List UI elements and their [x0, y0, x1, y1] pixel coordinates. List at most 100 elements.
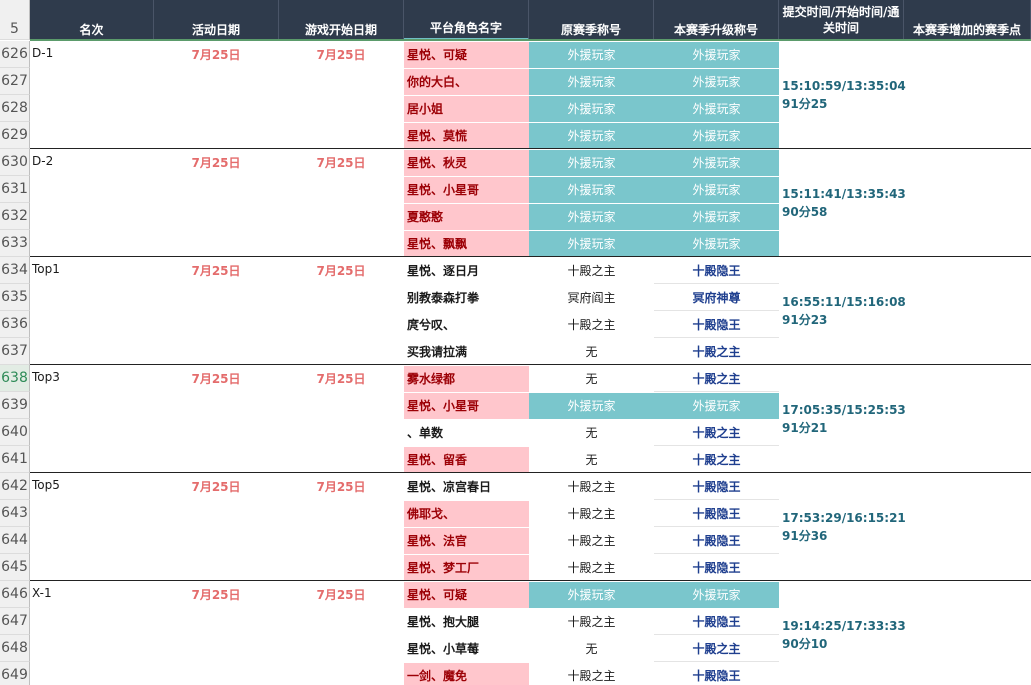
game-start-date-cell[interactable]: 7月25日: [279, 586, 403, 603]
upgraded-title-cell[interactable]: 十殿隐王: [654, 501, 779, 527]
role-name-cell[interactable]: 佛耶戈、: [404, 500, 529, 527]
original-title-cell[interactable]: 十殿之主: [529, 663, 654, 685]
role-name-cell[interactable]: 夏憨憨: [404, 203, 529, 230]
row-number[interactable]: 636: [0, 311, 30, 338]
game-start-date-cell[interactable]: 7月25日: [279, 46, 403, 63]
row-number[interactable]: 626: [0, 41, 30, 68]
original-title-cell[interactable]: 十殿之主: [529, 312, 654, 338]
original-title-cell[interactable]: 外援玩家: [529, 95, 654, 122]
role-name-cell[interactable]: 星悦、凉宫春日: [404, 474, 529, 500]
upgraded-title-cell[interactable]: 外援玩家: [654, 41, 779, 68]
upgraded-title-cell[interactable]: 十殿隐王: [654, 609, 779, 635]
row-number[interactable]: 635: [0, 284, 30, 311]
upgraded-title-cell[interactable]: 十殿隐王: [654, 528, 779, 554]
upgraded-title-cell[interactable]: 十殿隐王: [654, 312, 779, 338]
row-number[interactable]: 633: [0, 230, 30, 257]
role-name-cell[interactable]: 星悦、小星哥: [404, 392, 529, 419]
original-title-cell[interactable]: 外援玩家: [529, 176, 654, 203]
role-name-cell[interactable]: 买我请拉满: [404, 339, 529, 365]
upgraded-title-cell[interactable]: 外援玩家: [654, 122, 779, 149]
row-number[interactable]: 644: [0, 527, 30, 554]
row-number[interactable]: 646: [0, 581, 30, 608]
role-name-cell[interactable]: 雾水绿都: [404, 365, 529, 392]
row-number[interactable]: 629: [0, 122, 30, 149]
row-number[interactable]: 642: [0, 473, 30, 500]
row-number[interactable]: 637: [0, 338, 30, 365]
role-name-cell[interactable]: 星悦、抱大腿: [404, 609, 529, 635]
col-header-game-start-date[interactable]: 游戏开始日期: [279, 0, 404, 40]
row-number[interactable]: 649: [0, 662, 30, 685]
upgraded-title-cell[interactable]: 外援玩家: [654, 176, 779, 203]
time-cell[interactable]: 15:11:41/13:35:43 90分58: [782, 185, 907, 221]
original-title-cell[interactable]: 十殿之主: [529, 609, 654, 635]
upgraded-title-cell[interactable]: 十殿之主: [654, 366, 779, 392]
upgraded-title-cell[interactable]: 外援玩家: [654, 230, 779, 257]
activity-date-cell[interactable]: 7月25日: [154, 154, 278, 171]
time-cell[interactable]: 19:14:25/17:33:33 90分10: [782, 617, 907, 653]
role-name-cell[interactable]: 星悦、可疑: [404, 581, 529, 608]
upgraded-title-cell[interactable]: 外援玩家: [654, 581, 779, 608]
row-number[interactable]: 639: [0, 392, 30, 419]
role-name-cell[interactable]: 星悦、飘飘: [404, 230, 529, 257]
original-title-cell[interactable]: 外援玩家: [529, 203, 654, 230]
time-cell[interactable]: 17:05:35/15:25:53 91分21: [782, 401, 907, 437]
original-title-cell[interactable]: 外援玩家: [529, 230, 654, 257]
role-name-cell[interactable]: 庹兮叹、: [404, 312, 529, 338]
role-name-cell[interactable]: 星悦、秋灵: [404, 149, 529, 176]
col-header-activity-date[interactable]: 活动日期: [154, 0, 279, 40]
role-name-cell[interactable]: 星悦、逐日月: [404, 258, 529, 284]
col-header-role-name[interactable]: 平台角色名字: [404, 0, 529, 40]
activity-date-cell[interactable]: 7月25日: [154, 46, 278, 63]
original-title-cell[interactable]: 无: [529, 420, 654, 446]
role-name-cell[interactable]: 星悦、梦工厂: [404, 554, 529, 581]
original-title-cell[interactable]: 外援玩家: [529, 41, 654, 68]
upgraded-title-cell[interactable]: 外援玩家: [654, 95, 779, 122]
row-number[interactable]: 630: [0, 149, 30, 176]
col-header-times[interactable]: 提交时间/开始时间/通关时间: [779, 0, 904, 40]
original-title-cell[interactable]: 外援玩家: [529, 122, 654, 149]
activity-date-cell[interactable]: 7月25日: [154, 478, 278, 495]
activity-date-cell[interactable]: 7月25日: [154, 370, 278, 387]
role-name-cell[interactable]: 一剑、魔免: [404, 662, 529, 685]
row-number[interactable]: 643: [0, 500, 30, 527]
row-number[interactable]: 632: [0, 203, 30, 230]
time-cell[interactable]: 16:55:11/15:16:08 91分23: [782, 293, 907, 329]
original-title-cell[interactable]: 无: [529, 447, 654, 473]
original-title-cell[interactable]: 十殿之主: [529, 474, 654, 500]
col-header-rank[interactable]: 名次: [30, 0, 154, 40]
row-number[interactable]: 634: [0, 257, 30, 284]
original-title-cell[interactable]: 无: [529, 366, 654, 392]
upgraded-title-cell[interactable]: 十殿之主: [654, 636, 779, 662]
original-title-cell[interactable]: 无: [529, 339, 654, 365]
original-title-cell[interactable]: 冥府阎主: [529, 285, 654, 311]
original-title-cell[interactable]: 外援玩家: [529, 392, 654, 419]
game-start-date-cell[interactable]: 7月25日: [279, 154, 403, 171]
role-name-cell[interactable]: 星悦、小星哥: [404, 176, 529, 203]
time-cell[interactable]: 17:53:29/16:15:21 91分36: [782, 509, 907, 545]
role-name-cell[interactable]: 居小姐: [404, 95, 529, 122]
upgraded-title-cell[interactable]: 十殿之主: [654, 447, 779, 473]
role-name-cell[interactable]: 别教泰森打拳: [404, 285, 529, 311]
col-header-season-points[interactable]: 本赛季增加的赛季点: [904, 0, 1031, 40]
rank-cell[interactable]: Top3: [32, 370, 60, 384]
time-cell[interactable]: 15:10:59/13:35:04 91分25: [782, 77, 907, 113]
original-title-cell[interactable]: 外援玩家: [529, 68, 654, 95]
upgraded-title-cell[interactable]: 外援玩家: [654, 149, 779, 176]
game-start-date-cell[interactable]: 7月25日: [279, 370, 403, 387]
activity-date-cell[interactable]: 7月25日: [154, 262, 278, 279]
original-title-cell[interactable]: 十殿之主: [529, 258, 654, 284]
original-title-cell[interactable]: 十殿之主: [529, 528, 654, 554]
row-number[interactable]: 638: [0, 365, 30, 392]
row-number[interactable]: 631: [0, 176, 30, 203]
upgraded-title-cell[interactable]: 十殿之主: [654, 420, 779, 446]
upgraded-title-cell[interactable]: 十殿隐王: [654, 663, 779, 685]
game-start-date-cell[interactable]: 7月25日: [279, 262, 403, 279]
role-name-cell[interactable]: 、单数: [404, 420, 529, 446]
row-number[interactable]: 640: [0, 419, 30, 446]
role-name-cell[interactable]: 星悦、莫慌: [404, 122, 529, 149]
activity-date-cell[interactable]: 7月25日: [154, 586, 278, 603]
role-name-cell[interactable]: 星悦、留香: [404, 446, 529, 473]
original-title-cell[interactable]: 十殿之主: [529, 555, 654, 581]
upgraded-title-cell[interactable]: 十殿隐王: [654, 474, 779, 500]
rank-cell[interactable]: D-2: [32, 154, 53, 168]
